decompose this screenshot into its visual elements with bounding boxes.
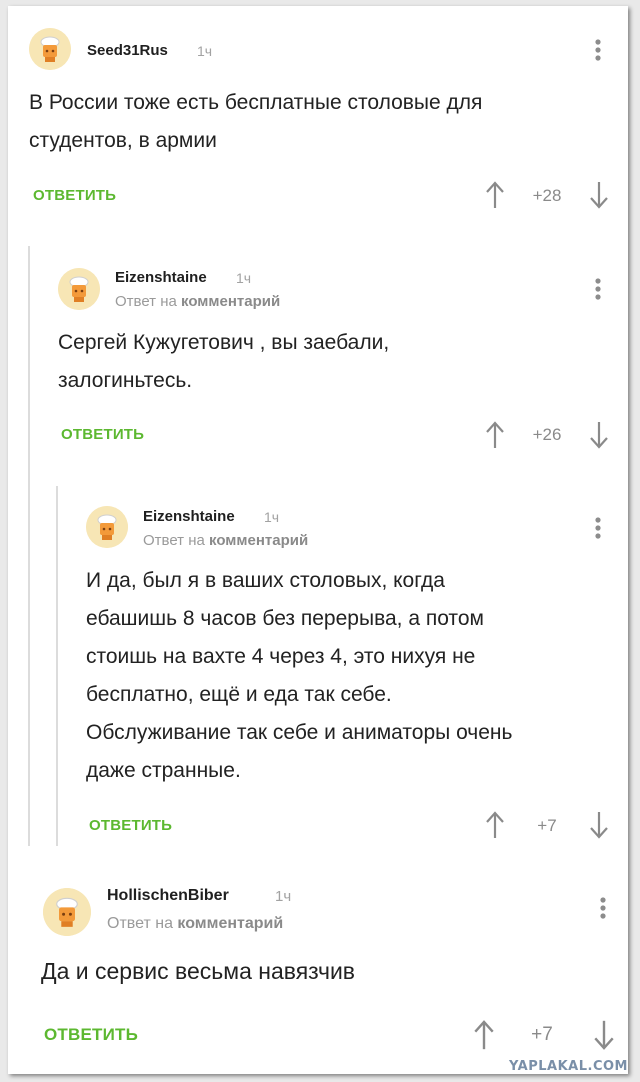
arrow-down-icon[interactable]	[588, 810, 610, 840]
chef-avatar-icon	[29, 28, 71, 70]
chef-avatar-icon	[43, 888, 91, 936]
arrow-up-icon[interactable]	[484, 420, 506, 450]
avatar[interactable]	[86, 506, 128, 548]
username[interactable]: Seed31Rus	[87, 42, 168, 59]
comment-text-line: студентов, в армии	[29, 129, 217, 152]
avatar[interactable]	[29, 28, 71, 70]
more-vertical-icon[interactable]	[598, 896, 608, 920]
comment-text-line: И да, был я в ваших столовых, когда	[86, 569, 445, 592]
reply-to-link[interactable]: комментарий	[181, 293, 280, 310]
reply-to-note: Ответ на комментарий	[107, 915, 283, 933]
avatar[interactable]	[58, 268, 100, 310]
reply-to-link[interactable]: комментарий	[177, 915, 283, 932]
reply-to-prefix: Ответ на	[143, 532, 205, 549]
rating-score: +26	[532, 425, 562, 444]
comment-text: Да и сервис весьма навязчив	[41, 952, 355, 990]
chef-avatar-icon	[58, 268, 100, 310]
comment-text-line: бесплатно, ещё и еда так себе.	[86, 683, 392, 706]
reply-to-link[interactable]: комментарий	[209, 532, 308, 549]
arrow-up-icon[interactable]	[484, 180, 506, 210]
reply-to-prefix: Ответ на	[107, 915, 173, 932]
comment-text-line: Сергей Кужугетович , вы заебали,	[58, 331, 390, 354]
comment-text: В России тоже есть бесплатные столовые д…	[29, 84, 482, 160]
comment-text-line: Обслуживание так себе и аниматоры очень	[86, 721, 513, 744]
reply-button[interactable]: ОТВЕТИТЬ	[44, 1025, 138, 1045]
arrow-down-icon[interactable]	[592, 1018, 616, 1052]
comment-text: Сергей Кужугетович , вы заебали, залогин…	[58, 324, 389, 400]
comment-text-line: залогиньтесь.	[58, 369, 193, 392]
arrow-down-icon[interactable]	[588, 180, 610, 210]
comments-screenshot: Seed31Rus 1ч В России тоже есть бесплатн…	[8, 6, 628, 1074]
reply-button[interactable]: ОТВЕТИТЬ	[33, 187, 116, 204]
comment-text-line: Да и сервис весьма навязчив	[41, 958, 356, 984]
comment-text-line: ебашишь 8 часов без перерыва, а потом	[86, 607, 484, 630]
comment-time: 1ч	[197, 43, 213, 59]
username[interactable]: Eizenshtaine	[115, 269, 207, 286]
thread-line-level-2	[56, 486, 58, 846]
reply-button[interactable]: ОТВЕТИТЬ	[89, 817, 172, 834]
comment-text-line: В России тоже есть бесплатные столовые д…	[29, 91, 483, 114]
arrow-up-icon[interactable]	[484, 810, 506, 840]
arrow-up-icon[interactable]	[472, 1018, 496, 1052]
chef-avatar-icon	[86, 506, 128, 548]
watermark: YAPLAKAL.COM	[509, 1059, 628, 1074]
comment-time: 1ч	[264, 509, 280, 525]
rating-score: +7	[531, 1024, 553, 1045]
username[interactable]: HollischenBiber	[107, 887, 229, 905]
more-vertical-icon[interactable]	[593, 38, 603, 62]
reply-to-prefix: Ответ на	[115, 293, 177, 310]
comment-time: 1ч	[275, 888, 292, 905]
comment-text-line: стоишь на вахте 4 через 4, это нихуя не	[86, 645, 476, 668]
reply-button[interactable]: ОТВЕТИТЬ	[61, 426, 144, 443]
thread-line-level-1	[28, 246, 30, 846]
comment-time: 1ч	[236, 270, 252, 286]
rating-score: +28	[532, 186, 562, 205]
arrow-down-icon[interactable]	[588, 420, 610, 450]
avatar[interactable]	[43, 888, 91, 936]
username[interactable]: Eizenshtaine	[143, 508, 235, 525]
more-vertical-icon[interactable]	[593, 277, 603, 301]
rating-score: +7	[537, 816, 557, 835]
more-vertical-icon[interactable]	[593, 516, 603, 540]
comment-text: И да, был я в ваших столовых, когда ебаш…	[86, 562, 512, 790]
reply-to-note: Ответ на комментарий	[143, 532, 308, 549]
reply-to-note: Ответ на комментарий	[115, 293, 280, 310]
comment-text-line: даже странные.	[86, 759, 241, 782]
